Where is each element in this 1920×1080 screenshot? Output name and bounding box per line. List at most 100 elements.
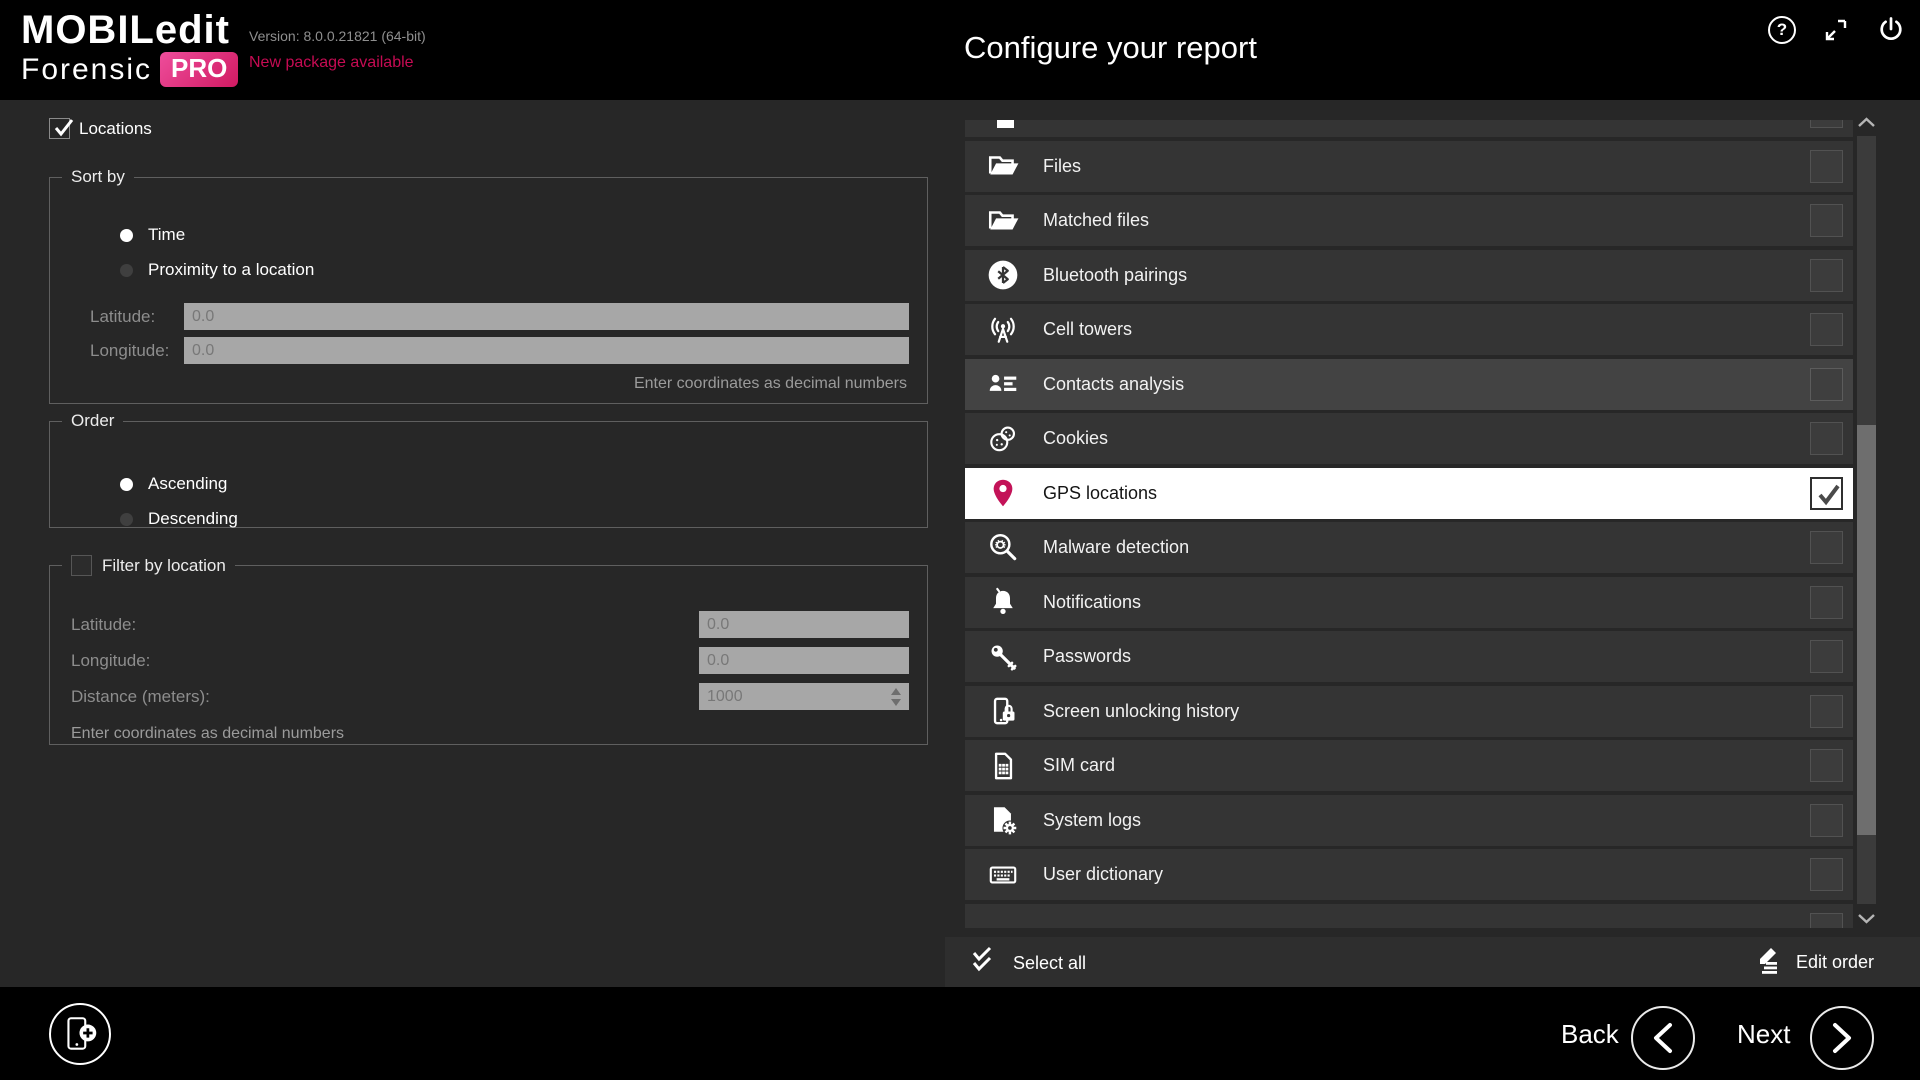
filter-longitude-input[interactable]: [699, 647, 909, 674]
sort-proximity-option[interactable]: Proximity to a location: [120, 260, 314, 280]
filter-by-location-checkbox[interactable]: [71, 555, 92, 576]
screen-unlock-icon: [986, 694, 1020, 728]
item-checkbox[interactable]: [1810, 913, 1843, 929]
list-item-partial-bottom[interactable]: [965, 904, 1853, 929]
report-sections-list: Files Matched files Bluetooth pair: [965, 120, 1853, 928]
list-item-malware-detection[interactable]: Malware detection: [965, 522, 1853, 573]
order-ascending-option[interactable]: Ascending: [120, 474, 227, 494]
time-label: Time: [148, 225, 185, 245]
item-label: Cell towers: [1043, 319, 1132, 340]
list-item-contacts-analysis[interactable]: Contacts analysis: [965, 359, 1853, 410]
scroll-up-icon[interactable]: [1857, 112, 1876, 132]
back-button-label[interactable]: Back: [1561, 1019, 1619, 1050]
item-checkbox[interactable]: [1810, 204, 1843, 237]
sort-longitude-input[interactable]: [184, 337, 909, 364]
folder-icon: [986, 149, 1020, 183]
next-button[interactable]: [1810, 1006, 1874, 1070]
edit-order-label: Edit order: [1796, 952, 1874, 973]
back-button[interactable]: [1631, 1006, 1695, 1070]
list-item-cookies[interactable]: Cookies: [965, 413, 1853, 464]
sort-by-legend: Sort by: [62, 167, 134, 187]
order-group: Order Ascending Descending: [49, 411, 928, 528]
list-item-partial-top[interactable]: [965, 120, 1853, 137]
edit-order-button[interactable]: Edit order: [1753, 945, 1874, 980]
ascending-radio[interactable]: [120, 478, 133, 491]
logo-forensic: Forensic: [21, 53, 152, 87]
next-button-label[interactable]: Next: [1737, 1019, 1790, 1050]
logo-mobiledit: MOBILedit: [21, 8, 238, 52]
scrollbar-track[interactable]: [1857, 136, 1876, 904]
sort-latitude-input[interactable]: [184, 303, 909, 330]
item-label: Passwords: [1043, 646, 1131, 667]
time-radio[interactable]: [120, 229, 133, 242]
locations-checkbox[interactable]: [49, 118, 70, 139]
item-checkbox[interactable]: [1810, 368, 1843, 401]
locations-label: Locations: [79, 119, 152, 139]
resize-window-icon[interactable]: [1823, 17, 1849, 43]
list-item-system-logs[interactable]: System logs: [965, 795, 1853, 846]
page-title: Configure your report: [964, 30, 1257, 66]
item-checkbox[interactable]: [1810, 749, 1843, 782]
spinner-down-icon[interactable]: [891, 699, 901, 706]
proximity-radio[interactable]: [120, 264, 133, 277]
item-checkbox-checked[interactable]: [1810, 477, 1843, 510]
new-package-link[interactable]: New package available: [249, 54, 426, 72]
list-item-notifications[interactable]: Notifications: [965, 577, 1853, 628]
item-checkbox[interactable]: [1810, 259, 1843, 292]
bluetooth-icon: [986, 258, 1020, 292]
help-icon[interactable]: ?: [1768, 16, 1796, 44]
distance-spinner[interactable]: [888, 683, 904, 710]
list-item-passwords[interactable]: Passwords: [965, 631, 1853, 682]
item-checkbox[interactable]: [1810, 313, 1843, 346]
item-checkbox[interactable]: [1810, 120, 1843, 128]
cookies-icon: [986, 422, 1020, 456]
power-icon[interactable]: [1876, 15, 1906, 45]
select-all-button[interactable]: Select all: [970, 945, 1086, 982]
filter-legend-row: Filter by location: [62, 555, 235, 576]
list-item-files[interactable]: Files: [965, 141, 1853, 192]
item-label: User dictionary: [1043, 864, 1163, 885]
scrollbar-thumb[interactable]: [1857, 425, 1876, 835]
list-item-sim-card[interactable]: SIM card: [965, 740, 1853, 791]
item-checkbox[interactable]: [1810, 586, 1843, 619]
item-checkbox[interactable]: [1810, 531, 1843, 564]
ascending-label: Ascending: [148, 474, 227, 494]
sort-by-group: Sort by Time Proximity to a location Lat…: [49, 167, 928, 404]
app-window: MOBILedit Forensic PRO Version: 8.0.0.21…: [0, 0, 1920, 1080]
filter-distance-input[interactable]: [699, 683, 909, 710]
list-item-user-dictionary[interactable]: User dictionary: [965, 849, 1853, 900]
locations-checkbox-row[interactable]: Locations: [49, 118, 152, 139]
item-checkbox[interactable]: [1810, 422, 1843, 455]
list-item-bluetooth-pairings[interactable]: Bluetooth pairings: [965, 250, 1853, 301]
folder-icon: [986, 204, 1020, 238]
filter-latitude-label: Latitude:: [71, 615, 136, 635]
item-label: Malware detection: [1043, 537, 1189, 558]
item-checkbox[interactable]: [1810, 858, 1843, 891]
logo-pro-badge: PRO: [160, 52, 238, 87]
list-scrollbar[interactable]: [1857, 112, 1876, 928]
item-checkbox[interactable]: [1810, 640, 1843, 673]
footer-bar: Back Next: [0, 987, 1920, 1080]
malware-detection-icon: [986, 531, 1020, 565]
spinner-up-icon[interactable]: [891, 688, 901, 695]
item-label: Screen unlocking history: [1043, 701, 1239, 722]
app-logo: MOBILedit Forensic PRO: [21, 8, 238, 87]
add-phone-button[interactable]: [49, 1003, 111, 1065]
item-checkbox[interactable]: [1810, 804, 1843, 837]
map-pin-icon: [986, 476, 1020, 510]
scroll-down-icon[interactable]: [1857, 908, 1876, 928]
order-descending-option[interactable]: Descending: [120, 509, 238, 529]
list-item-screen-unlocking-history[interactable]: Screen unlocking history: [965, 686, 1853, 737]
filter-latitude-input[interactable]: [699, 611, 909, 638]
item-label: Files: [1043, 156, 1081, 177]
sort-time-option[interactable]: Time: [120, 225, 185, 245]
descending-radio[interactable]: [120, 513, 133, 526]
item-checkbox[interactable]: [1810, 150, 1843, 183]
item-checkbox[interactable]: [1810, 695, 1843, 728]
item-label: SIM card: [1043, 755, 1115, 776]
list-item-gps-locations[interactable]: GPS locations: [965, 468, 1853, 519]
item-label: Contacts analysis: [1043, 374, 1184, 395]
sort-coordinates-note: Enter coordinates as decimal numbers: [634, 375, 907, 393]
list-item-cell-towers[interactable]: Cell towers: [965, 304, 1853, 355]
list-item-matched-files[interactable]: Matched files: [965, 195, 1853, 246]
